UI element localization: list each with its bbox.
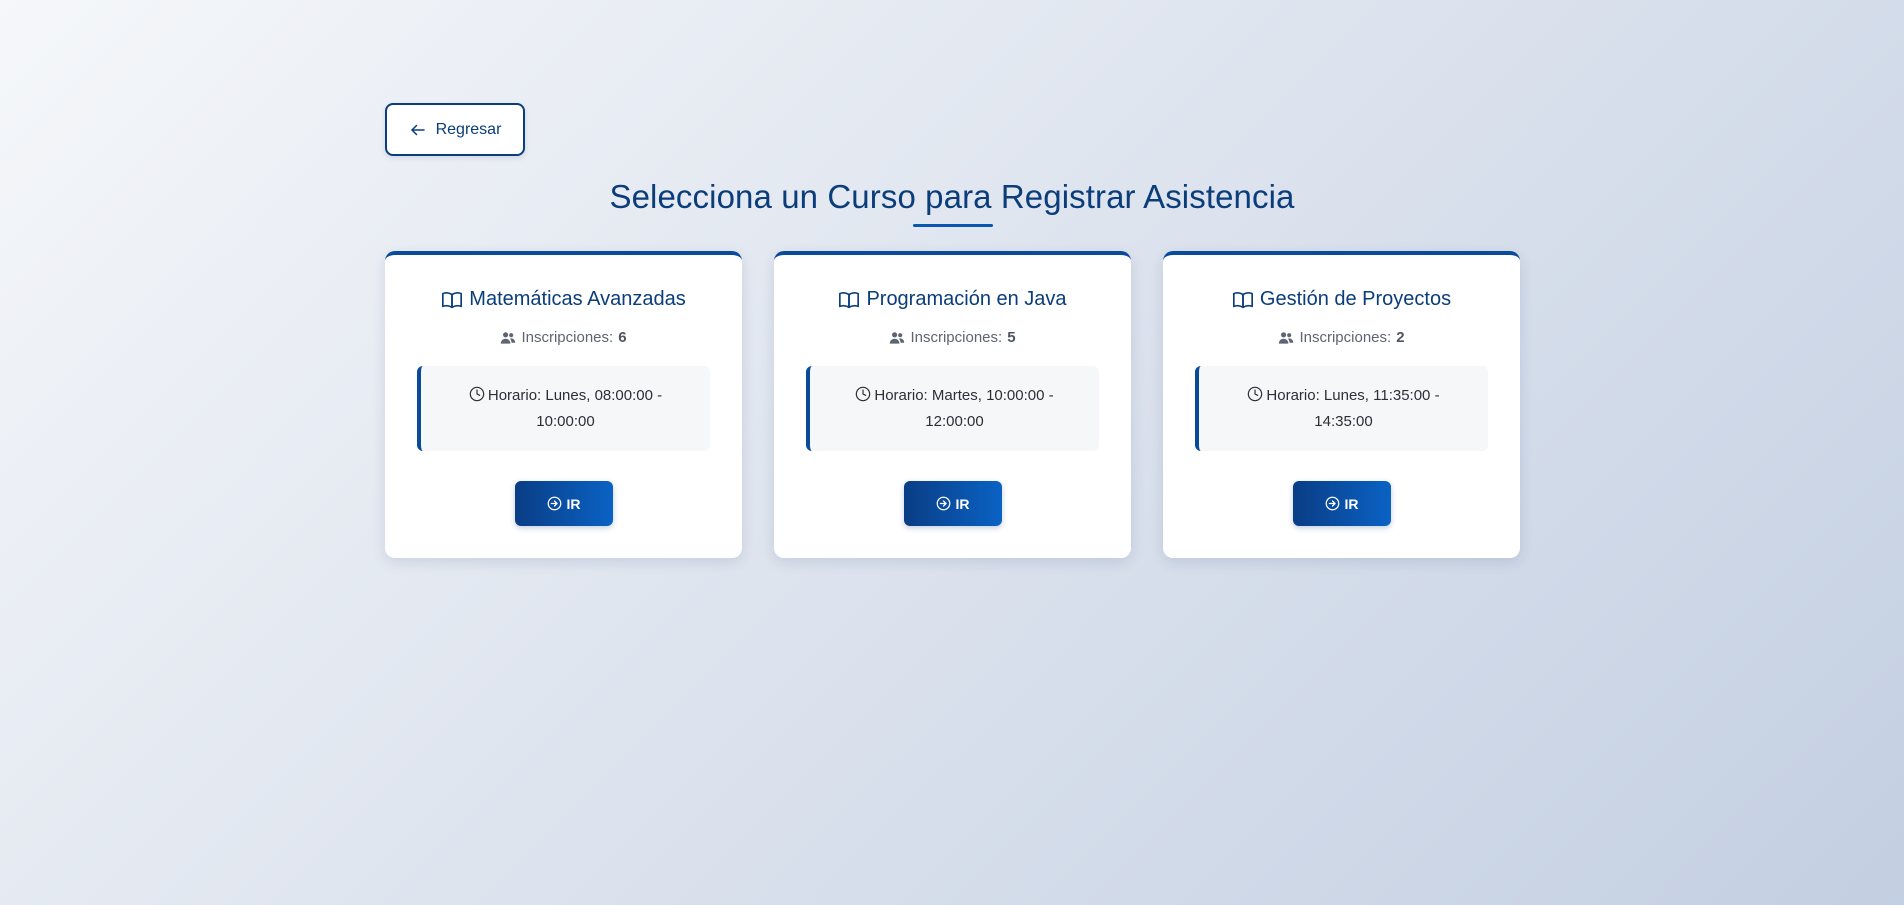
course-title: Matemáticas Avanzadas: [385, 288, 742, 311]
course-card: Gestión de Proyectos Inscripciones: 2 Ho…: [1163, 251, 1520, 558]
clock-icon: [856, 386, 871, 401]
clock-icon: [469, 386, 485, 401]
go-button-label: IR: [1344, 495, 1359, 512]
course-name: Matemáticas Avanzadas: [469, 288, 686, 310]
course-name: Gestión de Proyectos: [1259, 288, 1452, 310]
course-card-list: Matemáticas Avanzadas Inscripciones: 6 H…: [385, 251, 1520, 558]
title-underline: [913, 224, 993, 227]
course-name: Programación en Java: [866, 288, 1067, 310]
schedule-box: Horario: Martes, 10:00:00 - 12:00:00: [806, 366, 1099, 451]
users-icon: [501, 331, 516, 344]
schedule-line-1: Horario: Lunes, 08:00:00 -: [487, 386, 663, 404]
course-card: Matemáticas Avanzadas Inscripciones: 6 H…: [385, 251, 742, 558]
arrow-circle-right-icon: [547, 496, 561, 511]
clock-icon: [1248, 386, 1263, 401]
arrow-circle-right-icon: [1325, 496, 1339, 511]
back-button[interactable]: Regresar: [385, 103, 525, 156]
book-open-icon: [1232, 291, 1253, 308]
arrow-left-icon: [410, 124, 425, 135]
course-card: Programación en Java Inscripciones: 5 Ho…: [774, 251, 1131, 558]
schedule-box: Horario: Lunes, 11:35:00 - 14:35:00: [1195, 366, 1488, 451]
go-button[interactable]: IR: [903, 481, 1002, 526]
go-button[interactable]: IR: [514, 481, 613, 526]
enrollment-count: 2: [1396, 329, 1405, 346]
schedule-line-2: 14:35:00: [1314, 412, 1373, 430]
enrollment-count: 5: [1007, 329, 1016, 346]
page-title: Selecciona un Curso para Registrar Asist…: [609, 178, 1295, 215]
enrollment-label: Inscripciones:: [910, 329, 1003, 346]
book-open-icon: [442, 291, 463, 308]
users-icon: [890, 331, 905, 344]
back-button-label: Regresar: [435, 120, 502, 138]
enrollment-count: 6: [618, 329, 627, 346]
book-open-icon: [839, 291, 860, 308]
enrollment-info: Inscripciones: 5: [774, 329, 1131, 346]
schedule-line-1: Horario: Martes, 10:00:00 -: [874, 386, 1054, 404]
schedule-line-1: Horario: Lunes, 11:35:00 -: [1266, 386, 1440, 404]
go-button[interactable]: IR: [1292, 481, 1391, 526]
enrollment-info: Inscripciones: 2: [1163, 329, 1520, 346]
enrollment-info: Inscripciones: 6: [385, 329, 742, 346]
users-icon: [1279, 331, 1294, 344]
schedule-box: Horario: Lunes, 08:00:00 - 10:00:00: [417, 366, 710, 451]
course-title: Gestión de Proyectos: [1163, 288, 1520, 311]
arrow-circle-right-icon: [936, 496, 950, 511]
enrollment-label: Inscripciones:: [1299, 329, 1392, 346]
go-button-label: IR: [955, 495, 970, 512]
enrollment-label: Inscripciones:: [521, 329, 614, 346]
go-button-label: IR: [566, 495, 581, 512]
course-title: Programación en Java: [774, 288, 1131, 311]
schedule-line-2: 10:00:00: [536, 412, 595, 430]
schedule-line-2: 12:00:00: [925, 412, 984, 430]
